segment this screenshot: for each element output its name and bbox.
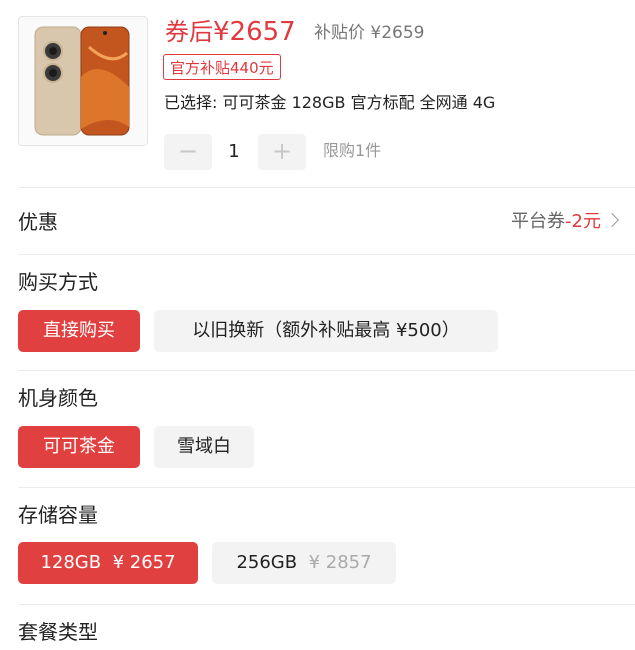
- option-storage-128gb[interactable]: 128GB ¥ 2657: [18, 542, 198, 584]
- quantity-value[interactable]: 1: [222, 134, 246, 170]
- storage-title: 存储容量: [18, 503, 98, 527]
- platform-coupon-row[interactable]: 平台券-2元: [511, 209, 620, 235]
- chevron-right-icon: [604, 212, 620, 228]
- quantity-plus-button[interactable]: +: [258, 134, 306, 170]
- purchase-limit: 限购1件: [323, 141, 382, 160]
- storage-256-label: 256GB: [236, 552, 298, 573]
- option-color-snow-white[interactable]: 雪域白: [154, 426, 254, 468]
- phone-image: [34, 26, 130, 136]
- coupon-value: -2元: [565, 211, 601, 232]
- color-title: 机身颜色: [18, 386, 98, 410]
- storage-128-price: ¥ 2657: [112, 552, 176, 573]
- option-storage-256gb[interactable]: 256GB ¥ 2857: [212, 542, 396, 584]
- storage-128-label: 128GB: [40, 552, 102, 573]
- selected-summary: 已选择: 可可茶金 128GB 官方标配 全网通 4G: [164, 93, 496, 112]
- after-coupon-price: 券后¥2657: [165, 16, 296, 48]
- storage-256-price: ¥ 2857: [308, 552, 372, 573]
- subsidy-price: 补贴价 ¥2659: [314, 23, 425, 43]
- quantity-minus-button[interactable]: −: [164, 134, 212, 170]
- official-subsidy-badge: 官方补贴440元: [163, 54, 281, 80]
- option-color-cocoa-gold[interactable]: 可可茶金: [18, 426, 140, 468]
- promo-title: 优惠: [18, 210, 58, 234]
- divider: [18, 487, 635, 488]
- package-title: 套餐类型: [18, 620, 98, 644]
- coupon-label: 平台券: [511, 211, 566, 232]
- option-direct-buy[interactable]: 直接购买: [18, 310, 140, 352]
- product-thumbnail[interactable]: [18, 16, 148, 146]
- option-trade-in[interactable]: 以旧换新（额外补贴最高 ¥500）: [154, 310, 498, 352]
- divider: [18, 370, 635, 371]
- purchase-method-title: 购买方式: [18, 270, 98, 294]
- divider: [18, 187, 635, 188]
- after-coupon-label: 券后: [165, 18, 213, 46]
- divider: [18, 254, 635, 255]
- after-coupon-value: ¥2657: [213, 17, 296, 47]
- divider: [18, 604, 635, 605]
